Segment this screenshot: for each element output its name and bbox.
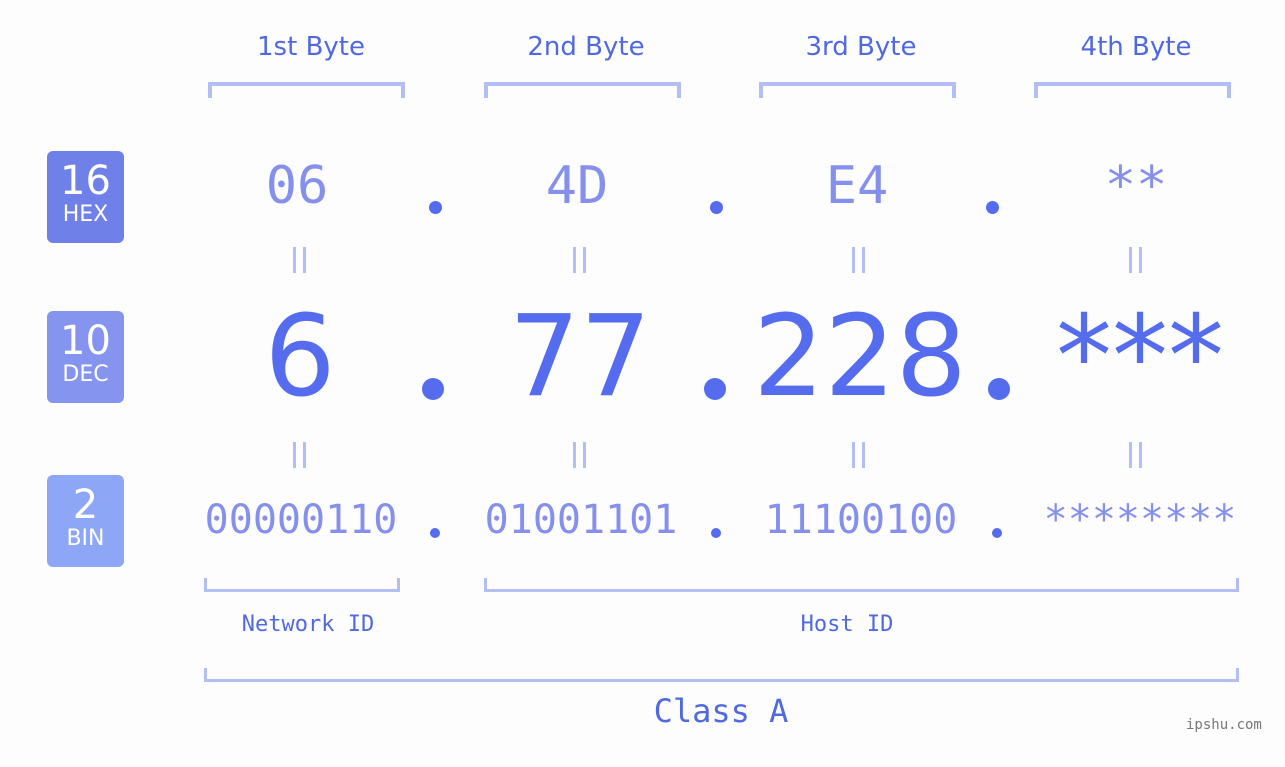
hex-separator-dot xyxy=(986,201,999,214)
class-bracket xyxy=(204,668,1239,682)
bin-byte-3: 11100100 xyxy=(764,497,958,543)
byte-header-2: 2nd Byte xyxy=(527,32,645,62)
class-label: Class A xyxy=(653,692,789,730)
hex-separator-dot xyxy=(710,201,723,214)
byte-bracket-1 xyxy=(208,82,405,98)
dec-separator-dot xyxy=(422,378,444,400)
equals-icon xyxy=(852,247,866,273)
dec-byte-3: 228 xyxy=(753,292,967,422)
network-id-bracket xyxy=(204,578,400,592)
byte-header-3: 3rd Byte xyxy=(805,32,917,62)
dec-base-number: 10 xyxy=(60,318,111,364)
equals-icon xyxy=(852,442,866,468)
dec-badge: 10 DEC xyxy=(47,311,124,403)
hex-base-label: HEX xyxy=(62,202,109,227)
bin-badge: 2 BIN xyxy=(47,475,124,567)
byte-bracket-4 xyxy=(1034,82,1231,98)
bin-separator-dot xyxy=(992,528,1002,538)
bin-byte-2: 01001101 xyxy=(484,497,678,543)
dec-separator-dot xyxy=(988,378,1010,400)
dec-base-label: DEC xyxy=(62,362,109,387)
dec-separator-dot xyxy=(704,378,726,400)
bin-base-number: 2 xyxy=(72,482,99,528)
host-id-bracket xyxy=(484,578,1239,592)
equals-icon xyxy=(293,442,307,468)
hex-byte-1: 06 xyxy=(265,156,329,216)
equals-icon xyxy=(1129,442,1143,468)
equals-icon xyxy=(1129,247,1143,273)
hex-byte-3: E4 xyxy=(825,156,889,216)
dec-byte-1: 6 xyxy=(264,292,336,422)
byte-header-1: 1st Byte xyxy=(257,32,365,62)
hex-byte-2: 4D xyxy=(545,156,609,216)
bin-byte-4: ******** xyxy=(1043,497,1237,543)
bin-separator-dot xyxy=(711,528,721,538)
network-id-label: Network ID xyxy=(241,612,375,637)
watermark: ipshu.com xyxy=(1186,717,1262,733)
equals-icon xyxy=(293,247,307,273)
equals-icon xyxy=(573,442,587,468)
host-id-label: Host ID xyxy=(800,612,894,637)
dec-byte-2: 77 xyxy=(508,292,652,422)
bin-byte-1: 00000110 xyxy=(204,497,398,543)
byte-header-4: 4th Byte xyxy=(1080,32,1192,62)
bin-separator-dot xyxy=(430,528,440,538)
byte-bracket-2 xyxy=(484,82,681,98)
byte-bracket-3 xyxy=(759,82,956,98)
hex-byte-4: ** xyxy=(1104,156,1168,216)
hex-separator-dot xyxy=(429,201,442,214)
hex-badge: 16 HEX xyxy=(47,151,124,243)
equals-icon xyxy=(573,247,587,273)
bin-base-label: BIN xyxy=(66,526,105,551)
hex-base-number: 16 xyxy=(60,158,111,204)
dec-byte-4: *** xyxy=(1056,292,1224,422)
